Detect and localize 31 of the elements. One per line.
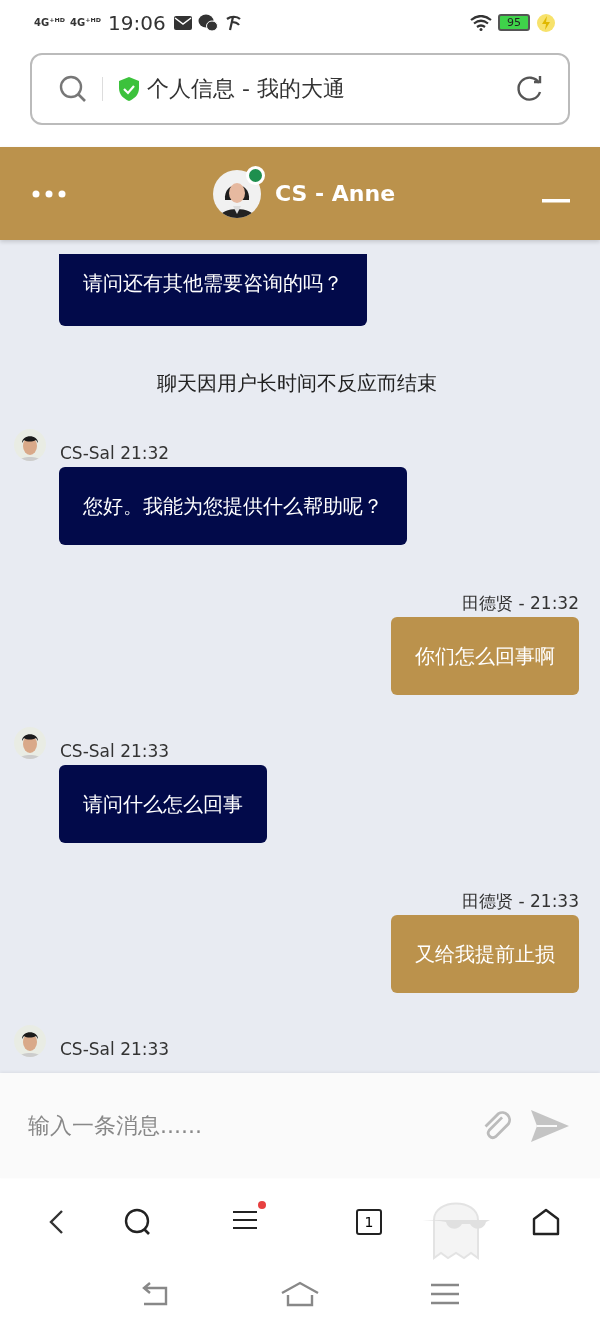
search-icon[interactable]	[124, 1207, 152, 1236]
page-title: 个人信息 - 我的大通	[147, 75, 346, 103]
signal-indicator: 4G⁺ᴴᴰ	[70, 17, 100, 28]
chat-bubbles-icon	[197, 13, 218, 32]
mail-icon	[173, 15, 192, 30]
address-bar[interactable]: 个人信息 - 我的大通	[30, 53, 570, 125]
wifi-icon	[470, 14, 492, 31]
menu-icon[interactable]	[232, 1208, 258, 1231]
sender-time: CS-Sal 21:32	[60, 443, 170, 463]
minimize-icon[interactable]	[542, 198, 570, 203]
clock-time: 19:06	[108, 10, 166, 35]
sender-time: CS-Sal 21:33	[60, 1039, 170, 1059]
charging-icon	[536, 12, 556, 33]
system-message: 聊天因用户长时间不反应而结束	[155, 370, 438, 397]
message-bubble: 您好。我能为您提供什么帮助呢？	[59, 467, 407, 545]
message-bubble: 你们怎么回事啊	[391, 617, 579, 695]
message-bubble: 又给我提前止损	[391, 915, 579, 993]
sender-time: CS-Sal 21:33	[60, 741, 170, 761]
message-bubble: 请问还有其他需要咨询的吗？	[59, 254, 367, 326]
reload-icon[interactable]	[514, 74, 544, 104]
back-icon[interactable]	[48, 1208, 64, 1235]
sender-time: 田德贤 - 21:33	[462, 891, 579, 911]
more-icon[interactable]	[32, 189, 66, 198]
message-input[interactable]: 输入一条消息......	[26, 1112, 466, 1139]
home-icon[interactable]	[532, 1207, 560, 1236]
battery-indicator: 95	[498, 14, 530, 31]
tabs-button[interactable]: 1	[356, 1208, 382, 1235]
signal-indicator: 4G⁺ᴴᴰ	[34, 17, 64, 28]
sender-time: 田德贤 - 21:32	[462, 593, 579, 613]
message-bubble: 请问什么怎么回事	[59, 765, 267, 843]
agent-name: CS - Anne	[274, 181, 396, 206]
